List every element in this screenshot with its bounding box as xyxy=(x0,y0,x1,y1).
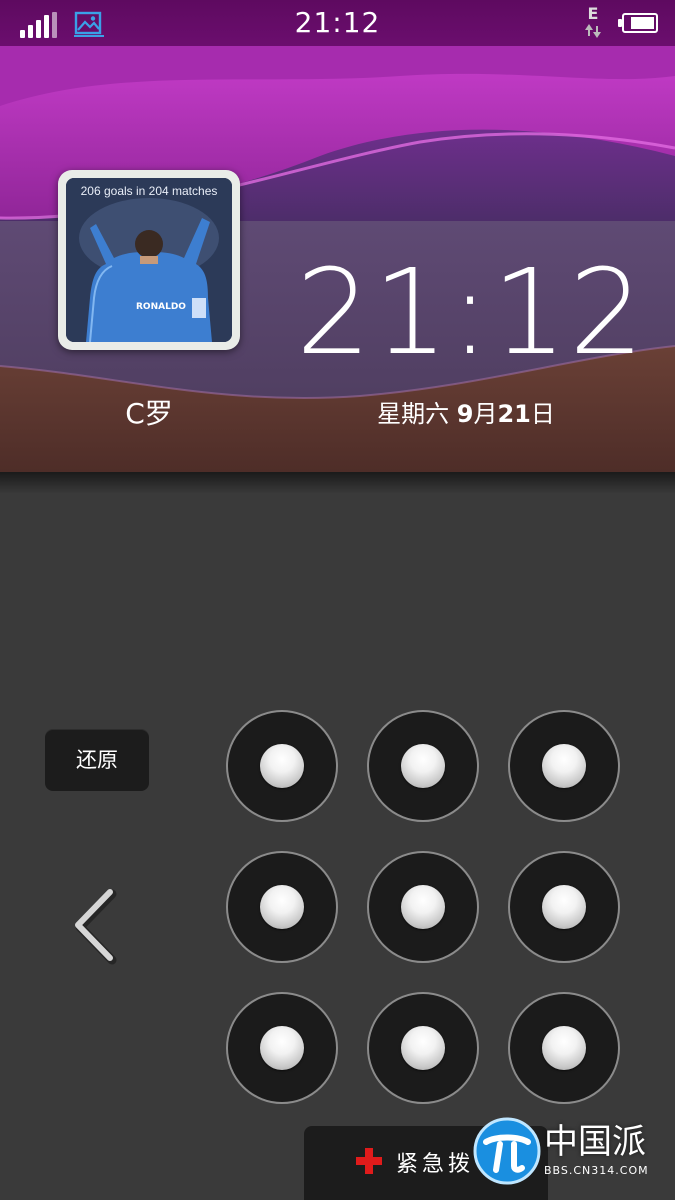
red-cross-icon xyxy=(356,1148,382,1174)
pattern-dot-7[interactable] xyxy=(226,992,338,1104)
chevron-left-icon[interactable] xyxy=(72,888,120,966)
header-shadow xyxy=(0,472,675,494)
pattern-dot-knob xyxy=(260,885,304,929)
contact-name: C罗 xyxy=(125,397,173,430)
pattern-dot-knob xyxy=(401,744,445,788)
watermark-logo-icon xyxy=(473,1117,541,1185)
pattern-dot-knob xyxy=(542,744,586,788)
network-type: E xyxy=(582,6,604,40)
photo-caption: 206 goals in 204 matches xyxy=(80,184,218,198)
pattern-dot-knob xyxy=(260,744,304,788)
pattern-dot-5[interactable] xyxy=(367,851,479,963)
pattern-dot-knob xyxy=(401,1026,445,1070)
day-number: 21 xyxy=(497,400,531,428)
watermark-subtitle: BBS.CN314.COM xyxy=(544,1164,649,1177)
lockscreen-clock: 21:12 xyxy=(296,243,647,381)
pattern-dot-knob xyxy=(401,885,445,929)
pattern-dot-6[interactable] xyxy=(508,851,620,963)
player-silhouette xyxy=(66,178,232,342)
pattern-dot-knob xyxy=(542,1026,586,1070)
pattern-dot-3[interactable] xyxy=(508,710,620,822)
pattern-dot-knob xyxy=(542,885,586,929)
data-arrows-icon xyxy=(585,24,601,38)
site-watermark: 中国派 BBS.CN314.COM xyxy=(472,1112,672,1194)
pattern-dot-knob xyxy=(260,1026,304,1070)
pattern-dot-8[interactable] xyxy=(367,992,479,1104)
status-time: 21:12 xyxy=(294,6,381,39)
photo-jersey-text: RONALDO xyxy=(136,302,186,312)
weekday: 星期六 xyxy=(377,400,450,428)
pattern-dot-2[interactable] xyxy=(367,710,479,822)
day-unit: 日 xyxy=(530,400,555,428)
battery-fill xyxy=(631,17,654,29)
battery-icon xyxy=(618,13,658,33)
watermark-title: 中国派 xyxy=(544,1122,646,1162)
pattern-dot-4[interactable] xyxy=(226,851,338,963)
lockscreen-date: 星期六 9月21日 xyxy=(296,394,636,429)
month-number: 9 xyxy=(456,400,474,428)
contact-photo-image: 206 goals in 204 matches RONALDO xyxy=(66,178,232,342)
restore-button[interactable]: 还原 xyxy=(45,729,149,791)
pattern-dot-9[interactable] xyxy=(508,992,620,1104)
contact-photo[interactable]: 206 goals in 204 matches RONALDO xyxy=(58,170,240,350)
pattern-dot-1[interactable] xyxy=(226,710,338,822)
month-unit: 月 xyxy=(473,400,498,428)
status-bar: 21:12 E xyxy=(0,0,675,46)
